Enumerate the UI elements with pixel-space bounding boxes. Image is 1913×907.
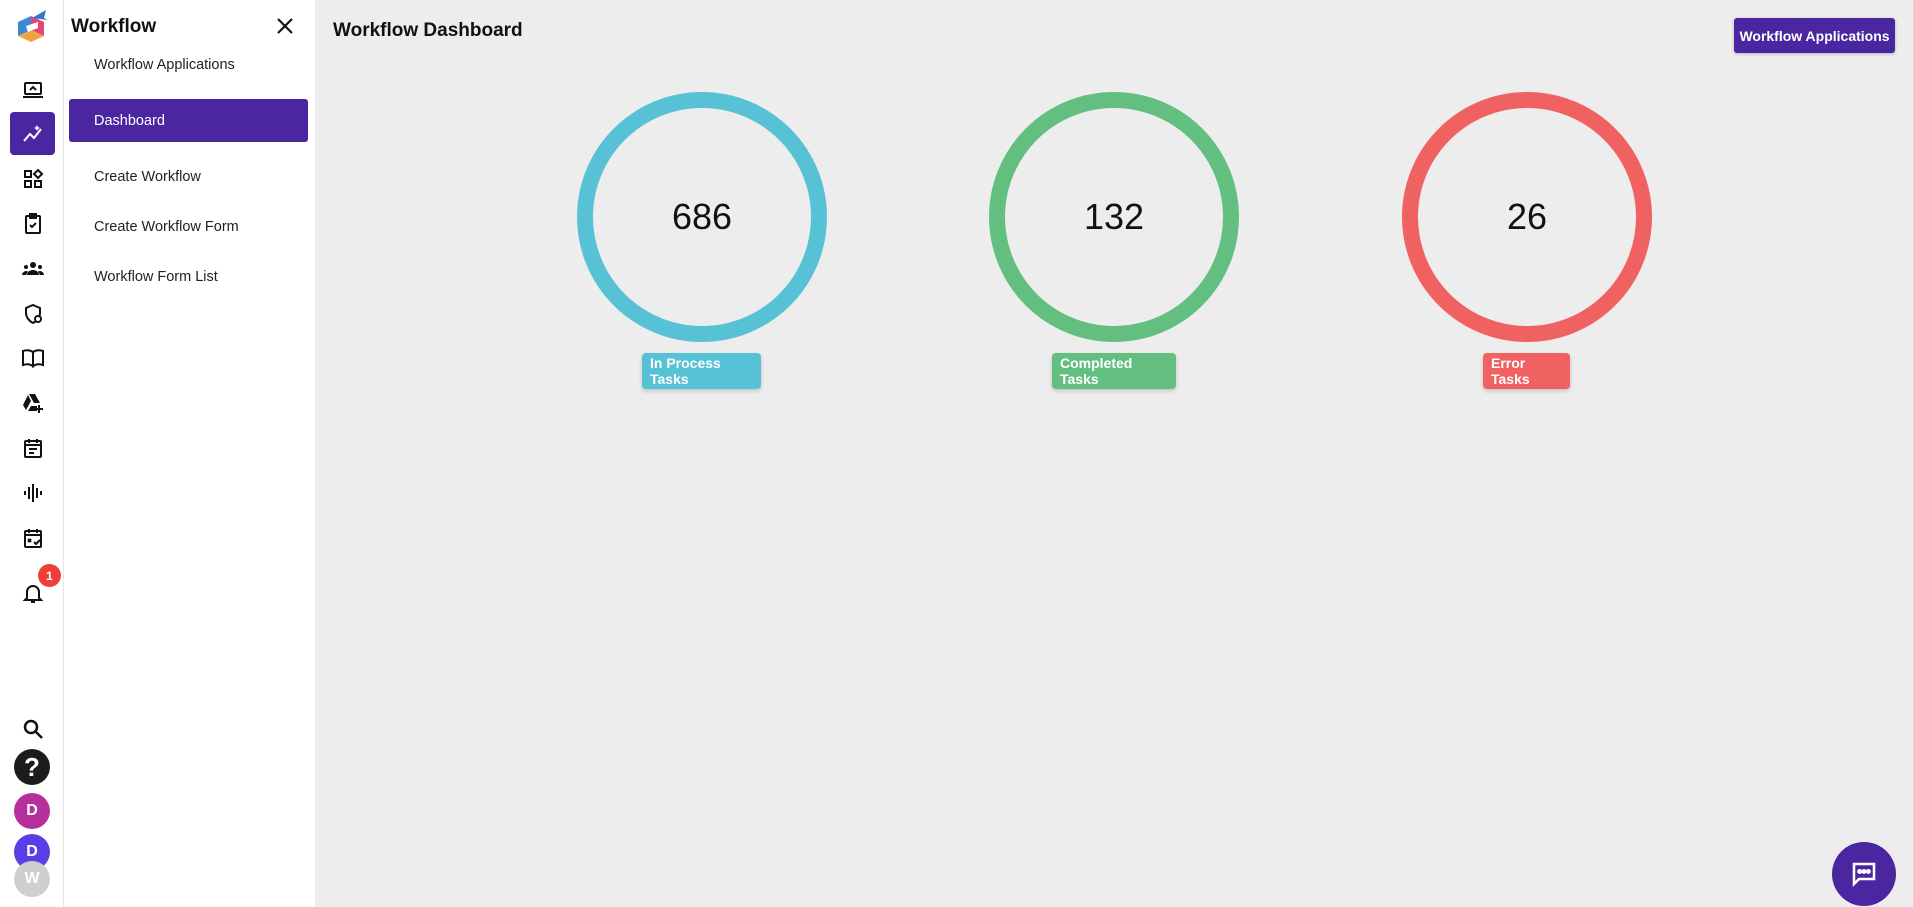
notification-badge: 1 [38,564,61,587]
sidebar-item-dashboard[interactable]: Dashboard [69,99,308,142]
in-process-tasks-button[interactable]: In Process Tasks [642,353,761,389]
in-process-ring: 686 [577,92,827,342]
workflow-applications-button[interactable]: Workflow Applications [1734,18,1895,53]
analytics-icon[interactable] [10,112,55,155]
search-icon[interactable] [10,707,55,750]
monitor-icon[interactable] [10,68,55,111]
avatar[interactable]: D [14,793,50,829]
sidebar-item-create-workflow[interactable]: Create Workflow [69,155,308,198]
calendar-check-icon[interactable] [10,516,55,559]
close-icon[interactable] [273,14,297,38]
completed-count: 132 [1083,196,1145,237]
help-icon[interactable]: ? [14,749,50,785]
drive-add-icon[interactable] [10,381,55,424]
error-tasks-button[interactable]: Error Tasks [1483,353,1570,389]
chat-icon[interactable] [1832,842,1896,906]
sidebar-item-workflow-form-list[interactable]: Workflow Form List [69,255,308,298]
clipboard-icon[interactable] [10,202,55,245]
audio-wave-icon[interactable] [10,471,55,514]
icon-rail: 1 ? D D W [0,0,64,907]
error-ring: 26 [1402,92,1652,342]
sidebar-item-create-workflow-form[interactable]: Create Workflow Form [69,205,308,248]
book-icon[interactable] [10,336,55,379]
calendar-list-icon[interactable] [10,426,55,469]
error-count: 26 [1506,196,1548,237]
sidebar-item-workflow-applications[interactable]: Workflow Applications [69,43,308,86]
sidebar-title: Workflow [71,16,157,37]
workflow-sidebar: Workflow Workflow Applications Dashboard… [64,0,315,907]
widgets-icon[interactable] [10,157,55,200]
completed-ring: 132 [989,92,1239,342]
team-icon[interactable] [10,247,55,290]
in-process-count: 686 [671,196,733,237]
page-title: Workflow Dashboard [333,20,523,41]
app-logo-icon[interactable] [14,8,52,48]
shield-settings-icon[interactable] [10,292,55,335]
completed-tasks-button[interactable]: Completed Tasks [1052,353,1176,389]
avatar[interactable]: W [14,861,50,897]
